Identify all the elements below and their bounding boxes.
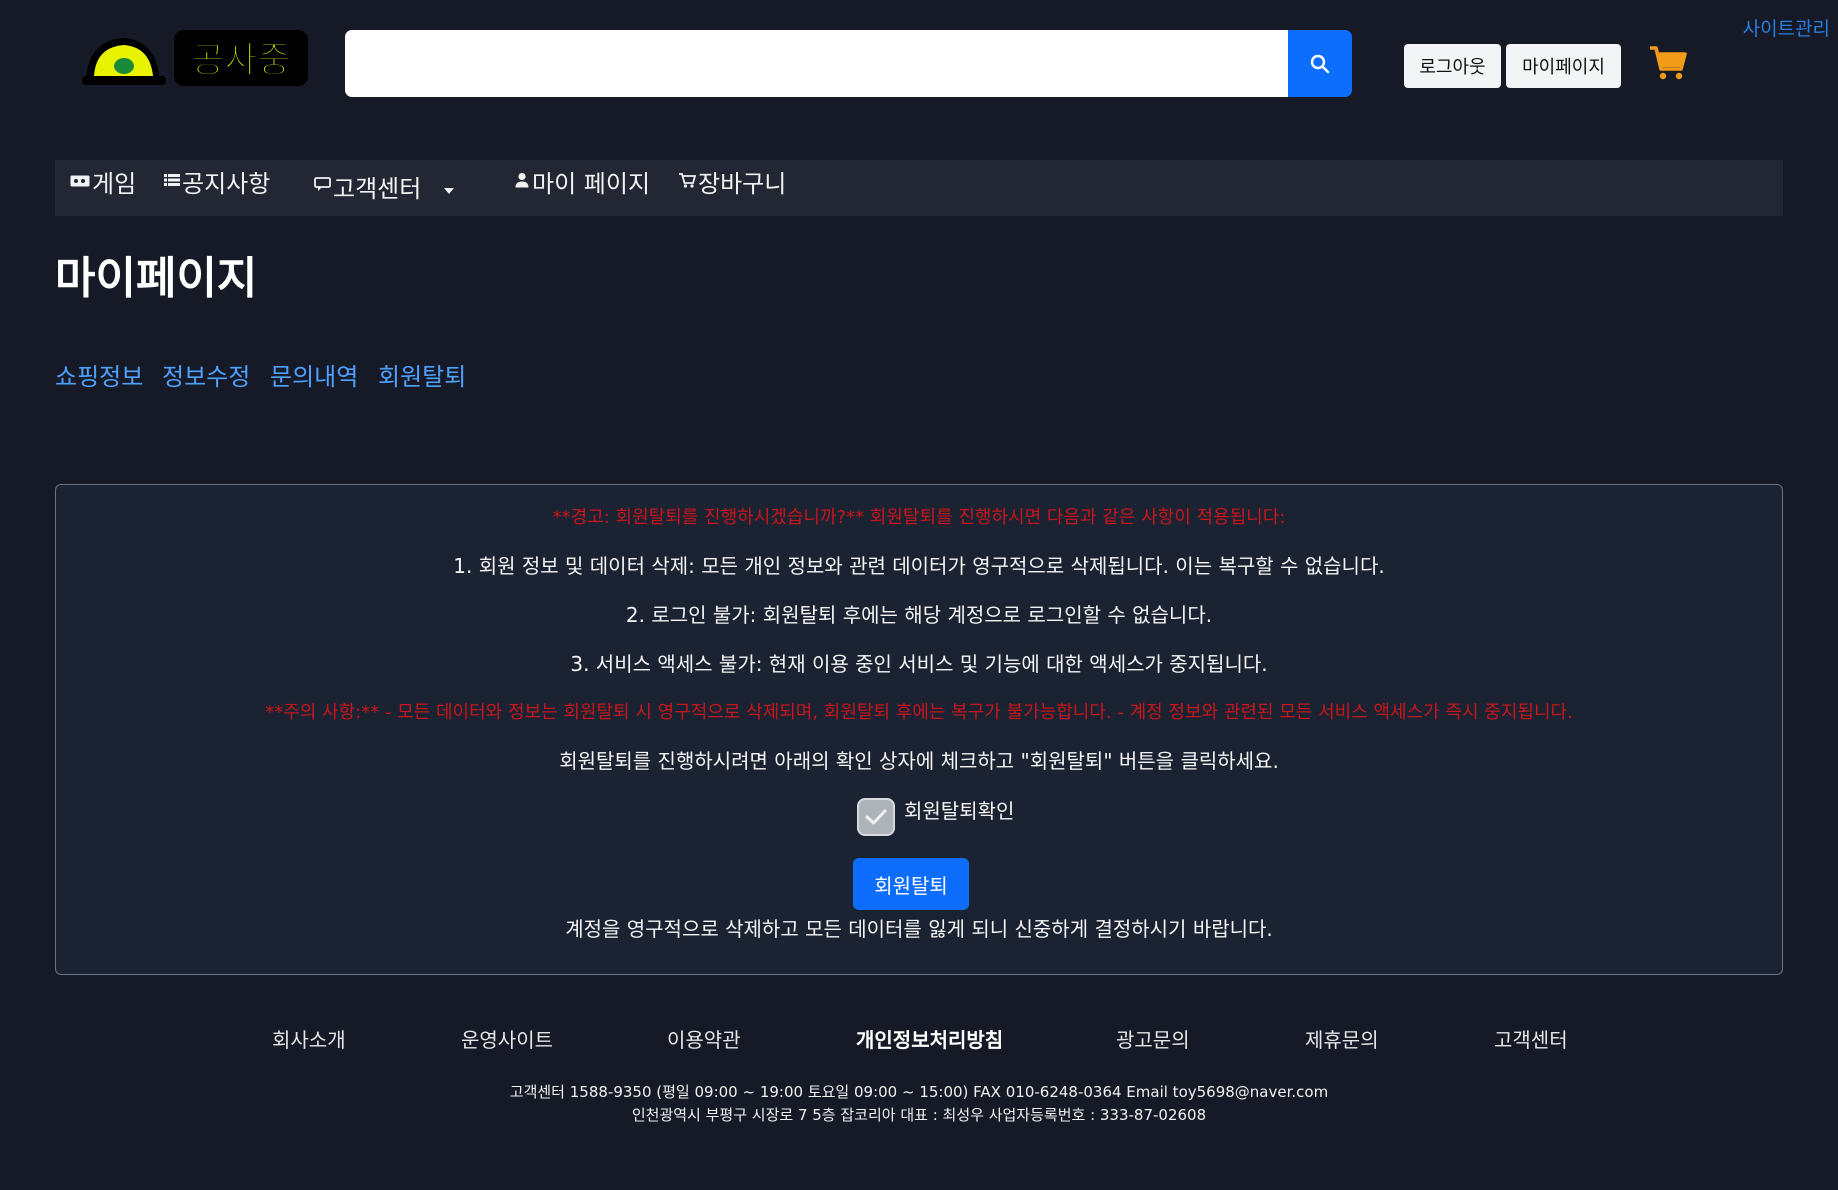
tab-inquiries[interactable]: 문의내역 [270, 357, 358, 392]
nav-item-mypage[interactable]: 마이 페이지 [514, 164, 650, 199]
footer-link-partnership[interactable]: 제휴문의 [1305, 1024, 1379, 1053]
nav-label: 게임 [92, 170, 137, 198]
footer-contact-info: 고객센터 1588-9350 (평일 09:00 ~ 19:00 토요일 09:… [509, 1083, 1329, 1101]
site-logo[interactable]: 공사중 [82, 26, 312, 96]
nav-label: 마이 페이지 [532, 170, 651, 198]
caret-down-icon [443, 173, 455, 201]
nav-item-support-dropdown[interactable]: 고객센터 [314, 169, 455, 204]
nav-label: 고객센터 [333, 175, 422, 203]
nav-label: 공지사항 [182, 170, 271, 198]
withdraw-footer-note: 계정을 영구적으로 삭제하고 모든 데이터를 잃게 되니 신중하게 결정하시기 … [565, 917, 1273, 941]
tab-edit-info[interactable]: 정보수정 [162, 357, 250, 392]
footer-link-privacy[interactable]: 개인정보처리방침 [856, 1024, 1003, 1053]
withdraw-button[interactable]: 회원탈퇴 [853, 858, 969, 910]
withdraw-item-2: 2. 로그인 불가: 회원탈퇴 후에는 해당 계정으로 로그인할 수 없습니다. [625, 603, 1213, 627]
warning-text: **경고: 회원탈퇴를 진행하시겠습니까?** 회원탈퇴를 진행하시면 다음과 … [552, 507, 1286, 528]
footer-link-terms[interactable]: 이용약관 [667, 1024, 741, 1053]
search-button[interactable] [1288, 30, 1352, 97]
search-bar [345, 30, 1352, 97]
footer-link-about[interactable]: 회사소개 [272, 1024, 346, 1053]
instruction-text: 회원탈퇴를 진행하시려면 아래의 확인 상자에 체크하고 "회원탈퇴" 버튼을 … [559, 749, 1279, 773]
logo-text: 공사중 [191, 40, 290, 81]
caution-text: **주의 사항:** - 모든 데이터와 정보는 회원탈퇴 시 영구적으로 삭제… [265, 702, 1573, 723]
withdraw-confirm-checkbox[interactable] [857, 798, 895, 836]
person-icon [514, 172, 530, 192]
nav-item-notice[interactable]: 공지사항 [164, 164, 270, 199]
nav-label: 장바구니 [698, 170, 787, 198]
tab-shopping-info[interactable]: 쇼핑정보 [55, 357, 143, 392]
search-icon [1310, 54, 1330, 73]
cart-icon [678, 172, 697, 192]
nav-item-cart[interactable]: 장바구니 [678, 164, 786, 199]
site-admin-link[interactable]: 사이트관리 [1743, 14, 1830, 41]
page-title: 마이페이지 [55, 253, 258, 304]
footer-address-info: 인천광역시 부평구 시장로 7 5층 잡코리아 대표 : 최성우 사업자등록번호… [631, 1106, 1207, 1124]
withdraw-item-3: 3. 서비스 액세스 불가: 현재 이용 중인 서비스 및 기능에 대한 액세스… [570, 652, 1268, 676]
footer-link-ads[interactable]: 광고문의 [1116, 1024, 1190, 1053]
chat-icon [314, 177, 331, 196]
tab-withdraw[interactable]: 회원탈퇴 [378, 357, 466, 392]
withdraw-confirm-label[interactable]: 회원탈퇴확인 [904, 795, 1014, 824]
logout-button[interactable]: 로그아웃 [1404, 44, 1501, 88]
footer-link-sites[interactable]: 운영사이트 [461, 1024, 553, 1053]
nav-item-game[interactable]: 게임 [70, 164, 136, 199]
mypage-button[interactable]: 마이페이지 [1506, 44, 1621, 88]
ticket-icon [70, 173, 90, 191]
checkmark-icon [865, 809, 887, 825]
withdraw-item-1: 1. 회원 정보 및 데이터 삭제: 모든 개인 정보와 관련 데이터가 영구적… [453, 554, 1385, 578]
list-icon [164, 173, 180, 191]
search-input[interactable] [345, 30, 1288, 97]
footer-link-support[interactable]: 고객센터 [1494, 1024, 1568, 1053]
cart-icon[interactable] [1648, 45, 1688, 81]
